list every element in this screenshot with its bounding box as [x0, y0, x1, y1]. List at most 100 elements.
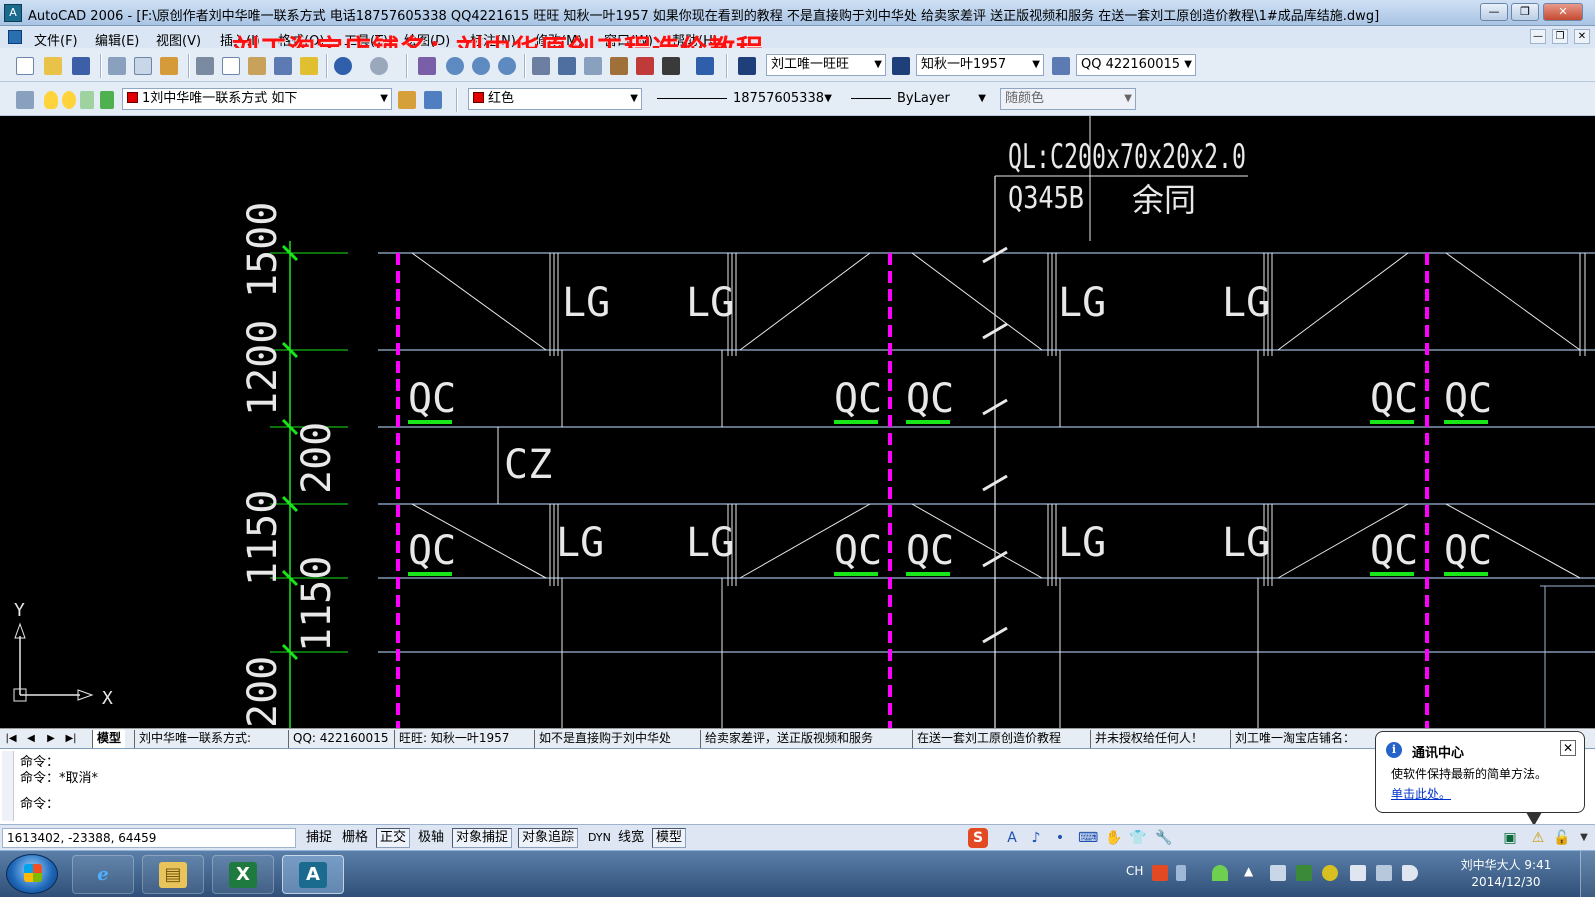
- block-editor-icon[interactable]: [300, 57, 318, 75]
- power-tray-icon[interactable]: [1350, 865, 1366, 881]
- network-tray-icon[interactable]: [1270, 865, 1286, 881]
- tab-layout-3[interactable]: 旺旺: 知秋一叶1957: [394, 730, 513, 748]
- doc-restore-button[interactable]: ❐: [1552, 29, 1568, 44]
- tab-last-button[interactable]: ▶|: [64, 732, 78, 746]
- ime-skin-icon[interactable]: 👕: [1128, 828, 1148, 848]
- taskbar-explorer-button[interactable]: ▤: [142, 855, 204, 894]
- publish-icon[interactable]: [160, 57, 178, 75]
- plotstyle-select[interactable]: 随颜色 ▼: [1000, 88, 1136, 110]
- volume-icon[interactable]: [1402, 865, 1418, 881]
- layer-unlock-icon[interactable]: [80, 91, 94, 109]
- command-window[interactable]: 命令： 命令：*取消* 命令：: [0, 748, 1595, 824]
- table-style-select[interactable]: QQ 422160015 ▼: [1076, 54, 1196, 76]
- clean-screen-icon[interactable]: ▣: [1500, 828, 1520, 848]
- ime-punctuation-icon[interactable]: ♪: [1026, 828, 1046, 848]
- save-icon[interactable]: [72, 57, 90, 75]
- coordinate-readout[interactable]: 1613402, -23388, 64459: [2, 828, 296, 848]
- menu-file[interactable]: 文件(F): [34, 30, 78, 49]
- text-style-select[interactable]: 刘工唯一旺旺 ▼: [766, 54, 886, 76]
- copy-icon[interactable]: [222, 57, 240, 75]
- zoom-window-icon[interactable]: [472, 57, 490, 75]
- ime-handwriting-icon[interactable]: ✋: [1104, 828, 1124, 848]
- signal-tray-icon[interactable]: [1376, 865, 1392, 881]
- taskbar-excel-button[interactable]: X: [212, 855, 274, 894]
- design-center-icon[interactable]: [558, 57, 576, 75]
- tab-layout-8[interactable]: 刘工唯一淘宝店铺名：: [1230, 730, 1359, 748]
- command-prompt[interactable]: 命令：: [20, 793, 59, 812]
- tray-expand-icon[interactable]: ▲: [1244, 864, 1253, 878]
- command-window-grip[interactable]: [2, 751, 14, 821]
- undo-icon[interactable]: [334, 57, 352, 75]
- ortho-toggle[interactable]: 正交: [376, 828, 411, 848]
- document-icon[interactable]: [8, 30, 22, 44]
- doc-minimize-button[interactable]: —: [1530, 29, 1546, 44]
- print-icon[interactable]: [108, 57, 126, 75]
- tab-layout-4[interactable]: 如不是直接购于刘中华处: [534, 730, 675, 748]
- tab-layout-1[interactable]: 刘中华唯一联系方式:: [134, 730, 255, 748]
- taskbar-ie-button[interactable]: e: [72, 855, 134, 894]
- dimension-style-select[interactable]: 知秋一叶1957 ▼: [916, 54, 1044, 76]
- dimension-style-icon[interactable]: [892, 57, 910, 75]
- redo-icon[interactable]: [370, 57, 388, 75]
- tab-layout-6[interactable]: 在送一套刘工原创造价教程: [912, 730, 1065, 748]
- text-style-icon[interactable]: [738, 57, 756, 75]
- ime-tray-icon[interactable]: [1176, 865, 1186, 881]
- zoom-realtime-icon[interactable]: [446, 57, 464, 75]
- new-icon[interactable]: [16, 57, 34, 75]
- properties-icon[interactable]: [532, 57, 550, 75]
- tab-next-button[interactable]: ▶: [44, 732, 58, 746]
- start-button[interactable]: [6, 854, 58, 894]
- status-menu-chevron-icon[interactable]: ▼: [1574, 828, 1594, 848]
- tab-first-button[interactable]: |◀: [4, 732, 18, 746]
- ime-mode-icon[interactable]: A: [1002, 828, 1022, 848]
- show-desktop-button[interactable]: [1580, 851, 1595, 897]
- nvidia-tray-icon[interactable]: [1296, 865, 1312, 881]
- match-properties-icon[interactable]: [274, 57, 292, 75]
- sheet-set-icon[interactable]: [610, 57, 628, 75]
- balloon-close-button[interactable]: ✕: [1560, 740, 1576, 756]
- layer-on-icon[interactable]: [44, 91, 58, 109]
- calculator-icon[interactable]: [662, 57, 680, 75]
- balloon-link[interactable]: 单击此处。: [1391, 785, 1451, 802]
- warning-icon[interactable]: ⚠: [1528, 828, 1548, 848]
- open-icon[interactable]: [44, 57, 62, 75]
- snap-toggle[interactable]: 捕捉: [302, 828, 336, 848]
- dyn-toggle[interactable]: DYN: [584, 828, 615, 848]
- tab-layout-2[interactable]: QQ: 422160015: [288, 730, 392, 748]
- tool-palettes-icon[interactable]: [584, 57, 602, 75]
- grid-toggle[interactable]: 栅格: [338, 828, 372, 848]
- taskbar-autocad-button[interactable]: A: [282, 855, 344, 894]
- zoom-previous-icon[interactable]: [498, 57, 516, 75]
- layer-plot-icon[interactable]: [100, 91, 114, 109]
- doc-close-button[interactable]: ✕: [1574, 29, 1590, 44]
- make-layer-current-icon[interactable]: [398, 91, 416, 109]
- language-indicator[interactable]: CH: [1126, 864, 1143, 878]
- menu-view[interactable]: 视图(V): [156, 30, 201, 49]
- tab-model[interactable]: 模型: [92, 730, 126, 748]
- security-tray-icon[interactable]: [1322, 865, 1338, 881]
- lock-icon[interactable]: 🔓: [1552, 828, 1572, 848]
- polar-toggle[interactable]: 极轴: [414, 828, 448, 848]
- drawing-canvas[interactable]: 1500 1200 200 1150 1150 200 LG LG LG LG LG LG LG LG QC…: [0, 116, 1595, 728]
- lineweight-toggle[interactable]: 线宽: [614, 828, 648, 848]
- linetype-select[interactable]: 18757605338 ▼: [652, 88, 836, 110]
- tab-prev-button[interactable]: ◀: [24, 732, 38, 746]
- lineweight-select[interactable]: ByLayer ▼: [846, 88, 990, 110]
- help-icon[interactable]: [696, 57, 714, 75]
- layer-select[interactable]: 1刘中华唯一联系方式 如下 ▼: [122, 88, 392, 110]
- tab-layout-7[interactable]: 并未授权给任何人！: [1090, 730, 1207, 748]
- minimize-button[interactable]: —: [1480, 3, 1508, 21]
- menu-edit[interactable]: 编辑(E): [95, 30, 139, 49]
- close-button[interactable]: ✕: [1543, 3, 1583, 21]
- ime-halfwidth-icon[interactable]: •: [1050, 828, 1070, 848]
- model-toggle[interactable]: 模型: [652, 828, 687, 848]
- cut-icon[interactable]: [196, 57, 214, 75]
- table-style-icon[interactable]: [1052, 57, 1070, 75]
- ime-keyboard-icon[interactable]: ⌨: [1078, 828, 1098, 848]
- ime-tools-icon[interactable]: 🔧: [1154, 828, 1174, 848]
- sogou-ime-icon[interactable]: S: [968, 828, 988, 848]
- sogou-tray-icon[interactable]: [1152, 865, 1168, 881]
- maximize-button[interactable]: ❐: [1511, 3, 1539, 21]
- tab-layout-5[interactable]: 给卖家差评，送正版视频和服务: [700, 730, 877, 748]
- markup-icon[interactable]: [636, 57, 654, 75]
